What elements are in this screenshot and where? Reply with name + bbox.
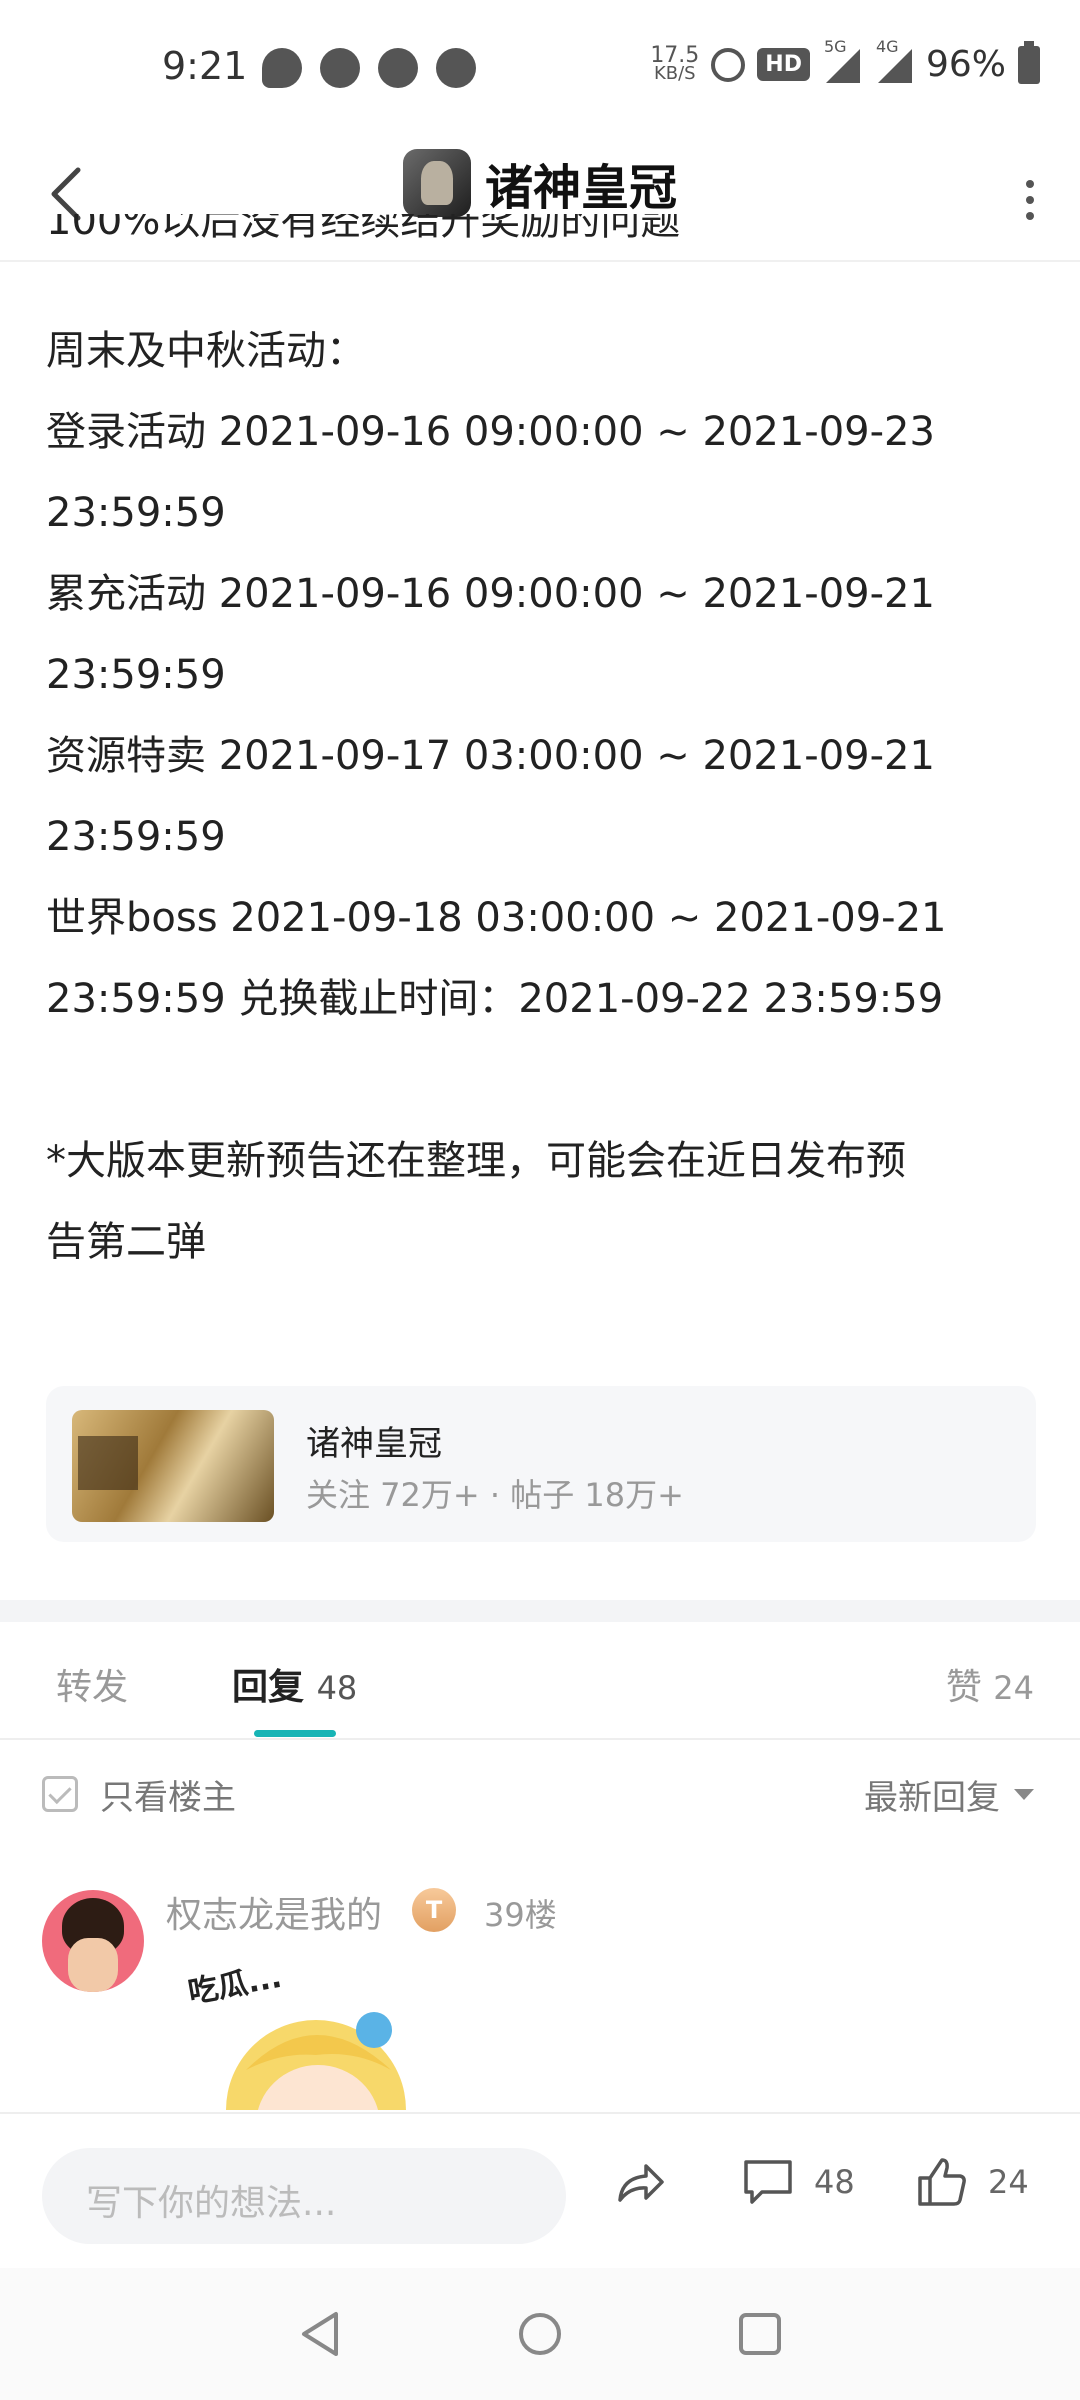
- alarm-icon: [711, 47, 746, 82]
- nav-home-icon[interactable]: [514, 2308, 566, 2360]
- notification-icons: [262, 48, 476, 88]
- network-speed: 17.5 KB/S: [650, 44, 699, 84]
- app-notification-icon: [436, 48, 476, 88]
- like-count: 24: [988, 2163, 1029, 2201]
- post-content: 周末及中秋活动： 登录活动 2021-09-16 09:00:00 ~ 2021…: [46, 230, 1036, 1283]
- post-line: 世界boss 2021-09-18 03:00:00 ~ 2021-09-21: [46, 895, 947, 941]
- status-indicators: 17.5 KB/S HD 5G 4G 96%: [650, 37, 1040, 85]
- bottom-action-bar: 写下你的想法... 48 24: [0, 2112, 1080, 2270]
- signal-4g-label: 4G: [875, 36, 899, 56]
- forum-logo-icon: [402, 149, 471, 217]
- post-line: *大版本更新预告还在整理，可能会在近日发布预: [46, 1138, 906, 1184]
- app-notification-icon: [320, 48, 360, 88]
- tab-reply-count: 48: [316, 1669, 358, 1707]
- comment-count: 48: [814, 2163, 855, 2201]
- reply-tabs: 转发 回复 48 赞 24: [0, 1622, 1080, 1740]
- more-vertical-icon: [1026, 180, 1034, 220]
- comment-input[interactable]: 写下你的想法...: [42, 2148, 566, 2244]
- active-tab-indicator: [254, 1730, 336, 1737]
- comment-input-placeholder: 写下你的想法...: [86, 2183, 337, 2224]
- caret-down-icon: [1014, 1789, 1034, 1800]
- hd-voice-icon: HD: [757, 48, 810, 81]
- reply-username[interactable]: 权志龙是我的: [166, 1886, 382, 1938]
- sort-label: 最新回复: [864, 1778, 1000, 1818]
- nav-back-icon[interactable]: [296, 2308, 348, 2360]
- post-line: [46, 1040, 1036, 1121]
- more-options-button[interactable]: [1020, 170, 1040, 230]
- reply-item[interactable]: 权志龙是我的 T 39楼 吃瓜...: [0, 1850, 1080, 2110]
- tab-repost[interactable]: 转发: [56, 1658, 128, 1710]
- post-line: 23:59:59: [46, 490, 226, 536]
- post-line: 23:59:59 兑换截止时间：2021-09-22 23:59:59: [46, 976, 944, 1022]
- network-speed-unit: KB/S: [653, 62, 696, 84]
- post-line: 登录活动 2021-09-16 09:00:00 ~ 2021-09-23: [46, 409, 935, 455]
- tab-like-label: 赞: [945, 1667, 982, 1708]
- only-op-checkbox[interactable]: [42, 1776, 78, 1812]
- status-time: 9:21: [162, 44, 248, 88]
- forum-card[interactable]: 诸神皇冠 关注 72万+ · 帖子 18万+: [46, 1386, 1036, 1542]
- signal-5g-label: 5G: [823, 36, 847, 56]
- only-op-label[interactable]: 只看楼主: [100, 1770, 236, 1819]
- post-line: 周末及中秋活动：: [46, 328, 366, 374]
- page-title: 诸神皇冠: [484, 160, 677, 216]
- like-button[interactable]: 24: [914, 2154, 1029, 2210]
- system-navigation-bar: [0, 2268, 1080, 2400]
- forum-card-name: 诸神皇冠: [306, 1424, 442, 1464]
- post-line: 23:59:59: [46, 652, 226, 698]
- sticker-image: 吃瓜...: [186, 1960, 416, 2110]
- section-divider: [0, 1600, 1080, 1622]
- post-line: 告第二弹: [46, 1219, 206, 1265]
- status-bar: 9:21 17.5 KB/S HD 5G 4G 96%: [0, 0, 1080, 130]
- forum-card-stats: 关注 72万+ · 帖子 18万+: [306, 1476, 684, 1514]
- signal-5g-icon: 5G: [822, 37, 862, 85]
- reply-filter-bar: 只看楼主 最新回复: [0, 1740, 1080, 1850]
- post-line: 资源特卖 2021-09-17 03:00:00 ~ 2021-09-21: [46, 733, 935, 779]
- battery-icon: [1018, 40, 1040, 84]
- signal-4g-icon: 4G: [874, 37, 914, 85]
- battery-percent: 96%: [925, 44, 1006, 85]
- tab-like[interactable]: 赞 24: [946, 1658, 1034, 1710]
- nav-recents-icon[interactable]: [734, 2308, 786, 2360]
- tab-repost-label: 转发: [56, 1667, 129, 1708]
- comment-button[interactable]: 48: [740, 2154, 855, 2210]
- sticker-text: 吃瓜...: [186, 1960, 284, 2011]
- forum-thumbnail: [72, 1410, 274, 1522]
- post-line: 23:59:59: [46, 814, 226, 860]
- sort-dropdown[interactable]: 最新回复: [864, 1770, 1034, 1819]
- comment-icon: [744, 2160, 792, 2204]
- user-level-badge: T: [412, 1888, 456, 1932]
- tab-reply-label: 回复: [232, 1667, 305, 1708]
- share-button[interactable]: [612, 2154, 668, 2210]
- tab-like-count: 24: [993, 1669, 1034, 1707]
- share-icon: [618, 2164, 664, 2202]
- thumbs-up-icon: [918, 2158, 966, 2206]
- forum-title[interactable]: 诸神皇冠: [0, 148, 1080, 218]
- tab-reply[interactable]: 回复 48: [232, 1658, 357, 1710]
- message-notification-icon: [262, 48, 302, 88]
- post-line: 累充活动 2021-09-16 09:00:00 ~ 2021-09-21: [46, 571, 935, 617]
- reply-floor: 39楼: [484, 1896, 557, 1934]
- post-line-partial: 100%以后没有经续结升奖励的问题: [46, 214, 681, 244]
- avatar[interactable]: [42, 1890, 144, 1992]
- app-notification-icon: [378, 48, 418, 88]
